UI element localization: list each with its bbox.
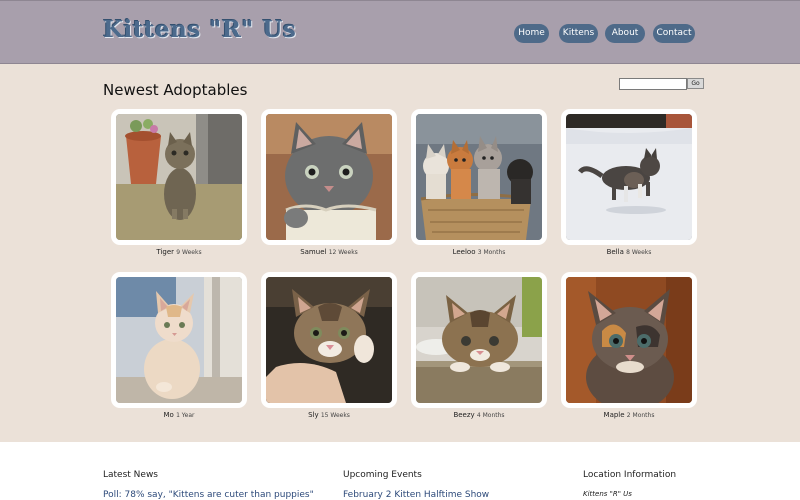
kitten-age: 1 Year [176, 412, 195, 419]
kitten-photo[interactable] [111, 109, 247, 245]
footer-events-heading: Upcoming Events [343, 470, 422, 480]
kitten-age: 12 Weeks [328, 249, 358, 256]
kitten-caption: Tiger 9 Weeks [111, 248, 247, 256]
kitten-card-bella[interactable]: Bella 8 Weeks [561, 109, 697, 256]
footer-news-link[interactable]: Poll: 78% say, "Kittens are cuter than p… [103, 490, 314, 500]
kitten-photo[interactable] [111, 272, 247, 408]
kitten-photo[interactable] [411, 109, 547, 245]
kitten-caption: Mo 1 Year [111, 411, 247, 419]
footer-news-heading: Latest News [103, 470, 158, 480]
kitten-photo[interactable] [561, 272, 697, 408]
kitten-age: 4 Months [476, 412, 505, 419]
footer-events-link[interactable]: February 2 Kitten Halftime Show [343, 490, 489, 500]
kitten-card-sly[interactable]: Sly 15 Weeks [261, 272, 397, 419]
search-input[interactable] [619, 78, 687, 90]
kitten-caption: Leeloo 3 Months [411, 248, 547, 256]
kitten-caption: Beezy 4 Months [411, 411, 547, 419]
kitten-name: Samuel [300, 248, 327, 256]
kitten-name: Sly [308, 411, 319, 419]
kitten-photo[interactable] [261, 109, 397, 245]
page-title: Newest Adoptables [103, 81, 248, 99]
kitten-caption: Sly 15 Weeks [261, 411, 397, 419]
kitten-name: Tiger [156, 248, 175, 256]
kitten-name: Leeloo [452, 248, 476, 256]
kitten-name: Mo [163, 411, 174, 419]
nav-kittens[interactable]: Kittens [559, 24, 598, 43]
kitten-age: 2 Months [626, 412, 655, 419]
kitten-age: 9 Weeks [176, 249, 202, 256]
kitten-name: Bella [606, 248, 624, 256]
search-button[interactable]: Go [687, 78, 704, 89]
kitten-card-maple[interactable]: Maple 2 Months [561, 272, 697, 419]
kitten-photo[interactable] [561, 109, 697, 245]
main-content: Newest Adoptables Go Tiger 9 Weeks Samue… [0, 64, 800, 442]
kitten-caption: Bella 8 Weeks [561, 248, 697, 256]
kitten-card-mo[interactable]: Mo 1 Year [111, 272, 247, 419]
kitten-age: 3 Months [477, 249, 506, 256]
kitten-name: Maple [603, 411, 625, 419]
kitten-photo[interactable] [411, 272, 547, 408]
kitten-card-tiger[interactable]: Tiger 9 Weeks [111, 109, 247, 256]
nav-about[interactable]: About [605, 24, 645, 43]
kitten-card-leeloo[interactable]: Leeloo 3 Months [411, 109, 547, 256]
kitten-name: Beezy [453, 411, 475, 419]
kitten-age: 8 Weeks [626, 249, 652, 256]
main-nav: Home Kittens About Contact [0, 24, 800, 44]
footer-location-name: Kittens "R" Us [583, 490, 632, 498]
footer-location: Location Information Kittens "R" Us [583, 470, 677, 498]
footer-events: Upcoming Events February 2 Kitten Halfti… [343, 470, 489, 500]
kitten-caption: Maple 2 Months [561, 411, 697, 419]
kitten-caption: Samuel 12 Weeks [261, 248, 397, 256]
footer-location-heading: Location Information [583, 470, 677, 480]
kitten-card-samuel[interactable]: Samuel 12 Weeks [261, 109, 397, 256]
kitten-card-beezy[interactable]: Beezy 4 Months [411, 272, 547, 419]
site-header: Kittens "R" Us Home Kittens About Contac… [0, 0, 800, 64]
nav-home[interactable]: Home [514, 24, 549, 43]
footer-news: Latest News Poll: 78% say, "Kittens are … [103, 470, 314, 500]
kitten-photo[interactable] [261, 272, 397, 408]
nav-contact[interactable]: Contact [653, 24, 695, 43]
kitten-age: 15 Weeks [320, 412, 350, 419]
